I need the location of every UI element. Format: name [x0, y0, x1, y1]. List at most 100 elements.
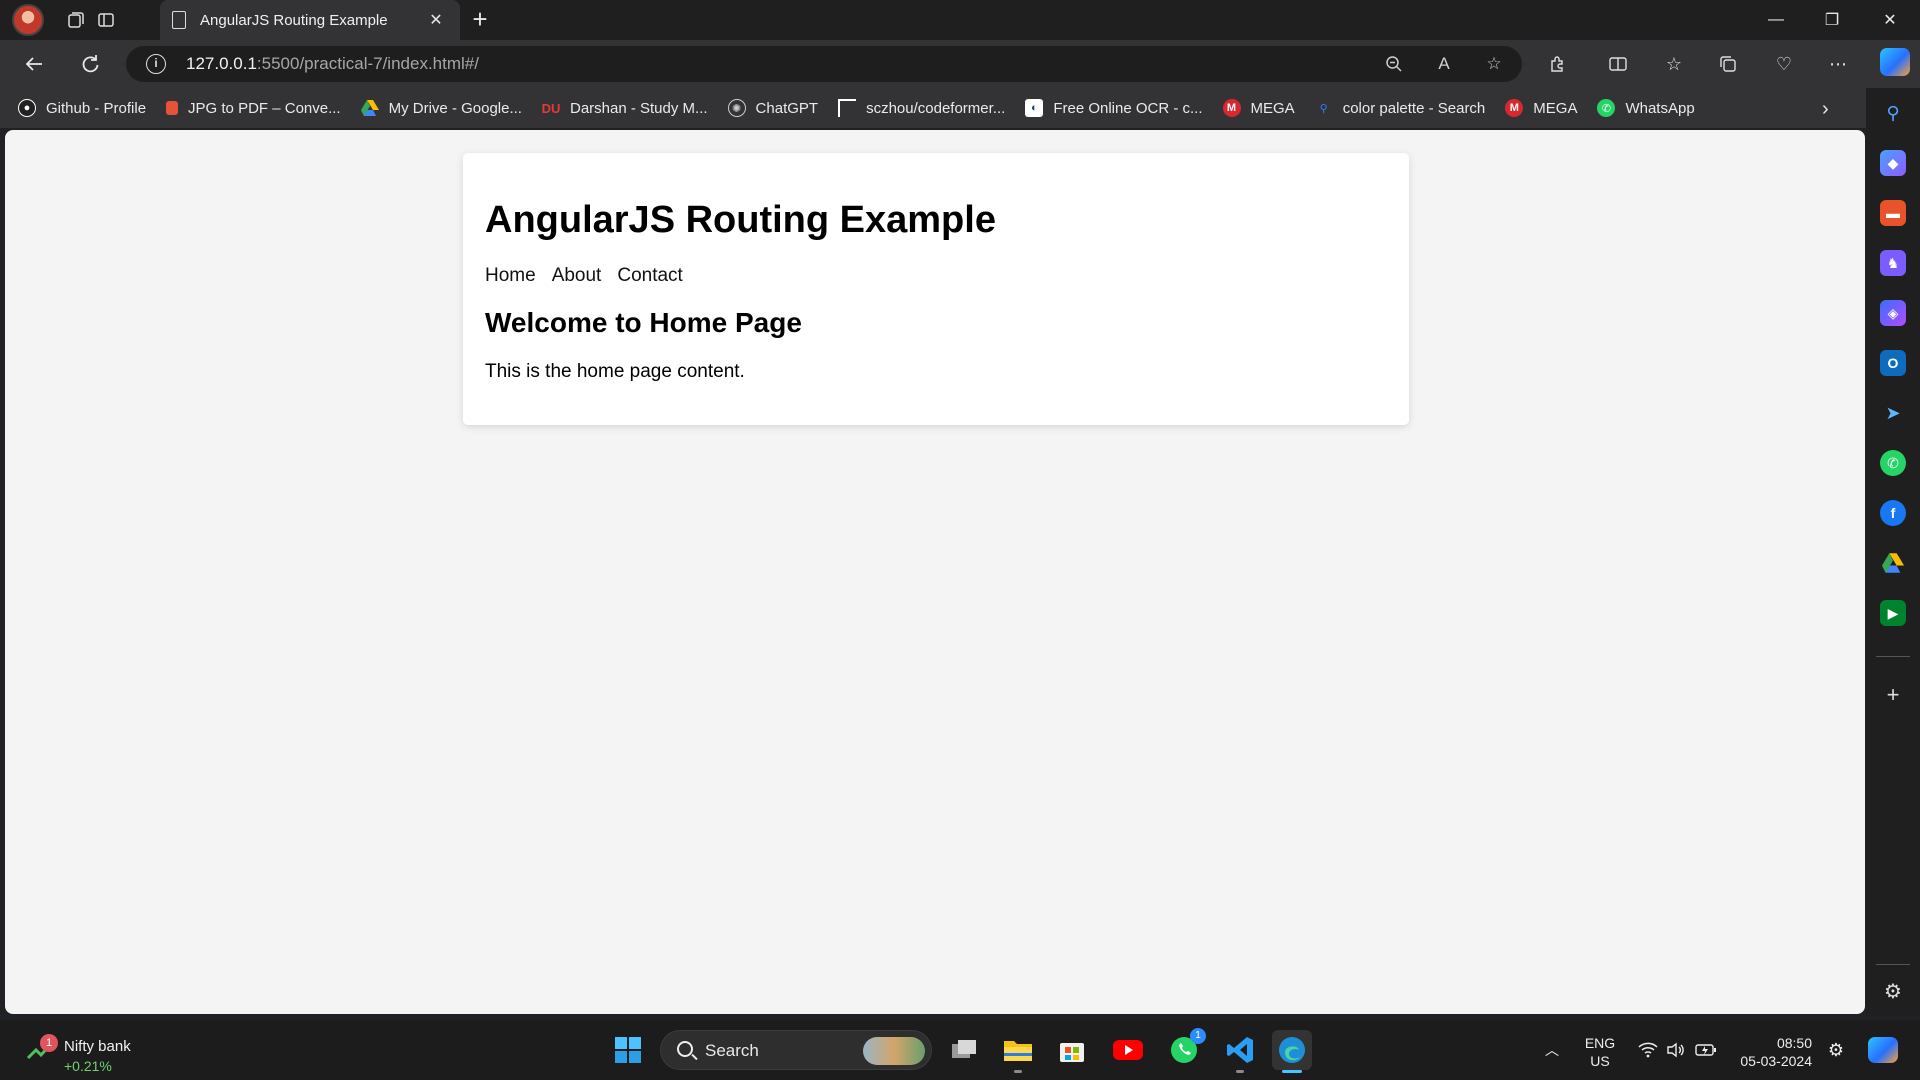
favorite-star-icon[interactable]: ☆ [1482, 52, 1506, 76]
settings-more-icon[interactable]: ⋯ [1824, 50, 1852, 78]
language-indicator[interactable]: ENG US [1568, 1034, 1632, 1070]
refresh-button[interactable] [74, 48, 106, 80]
whatsapp-icon[interactable]: ✆ [1880, 450, 1906, 476]
google-drive-icon [360, 99, 379, 117]
tab-title: AngularJS Routing Example [200, 11, 388, 29]
codeformer-icon [838, 99, 857, 117]
windows-start-icon[interactable] [608, 1030, 648, 1070]
workspaces-icon[interactable] [62, 6, 90, 34]
google-drive-icon[interactable] [1880, 550, 1906, 576]
chevron-up-icon[interactable]: ︿ [1540, 1020, 1564, 1080]
add-icon[interactable]: + [1880, 682, 1906, 708]
vertical-tabs-icon[interactable] [92, 6, 120, 34]
taskbar: 1 Nifty bank +0.21% Search 1 ︿ ENG US 08… [0, 1020, 1920, 1080]
chatgpt-icon: ✺ [727, 99, 746, 117]
bookmark-label: Free Online OCR - c... [1053, 99, 1203, 117]
tab-active[interactable]: AngularJS Routing Example ✕ [160, 0, 460, 40]
edge-browser-icon[interactable] [1272, 1030, 1312, 1070]
tools-icon[interactable]: ▬ [1880, 200, 1906, 226]
url-text[interactable]: 127.0.0.1:5500/practical-7/index.html#/ [186, 54, 479, 74]
url-host: 127.0.0.1 [186, 54, 257, 73]
ocr-icon: ◐ [1025, 99, 1044, 117]
page-title: AngularJS Routing Example [485, 199, 996, 241]
favorites-icon[interactable]: ☆ [1660, 50, 1688, 78]
bookmark-item[interactable]: My Drive - Google... [360, 99, 522, 117]
bookmark-item[interactable]: ✆ WhatsApp [1597, 99, 1695, 117]
google-meet-icon[interactable]: ▶ [1880, 600, 1906, 626]
search-icon [677, 1041, 693, 1057]
outlook-icon[interactable]: O [1880, 350, 1906, 376]
bookmark-item[interactable]: DU Darshan - Study M... [542, 99, 708, 117]
tab-bar: AngularJS Routing Example ✕ + — ❐ ✕ [0, 0, 1920, 40]
facebook-icon[interactable]: f [1880, 500, 1906, 526]
battery-icon[interactable] [1694, 1020, 1718, 1080]
extensions-icon[interactable] [1544, 50, 1572, 78]
bookmark-item[interactable]: ✺ ChatGPT [727, 99, 819, 117]
active-indicator [1282, 1070, 1302, 1073]
notification-settings-icon[interactable]: ⚙ [1824, 1020, 1848, 1080]
shopping-tag-icon[interactable]: ◆ [1880, 150, 1906, 176]
sidebar-divider [1876, 656, 1910, 657]
bookmark-item[interactable]: JPG to PDF – Conve... [166, 100, 341, 117]
whatsapp-icon: ✆ [1597, 99, 1616, 117]
notification-badge: 1 [40, 1034, 58, 1052]
bookmark-item[interactable]: M MEGA [1505, 99, 1577, 117]
taskbar-search[interactable]: Search [660, 1030, 932, 1070]
new-tab-button[interactable]: + [466, 6, 494, 34]
profile-avatar[interactable] [12, 4, 44, 36]
widget-name: Nifty bank [64, 1038, 131, 1055]
bookmark-item[interactable]: M MEGA [1222, 99, 1295, 117]
restore-button[interactable]: ❐ [1804, 0, 1860, 40]
copilot-icon[interactable] [1880, 48, 1910, 76]
task-view-icon[interactable] [944, 1030, 984, 1070]
site-info-icon[interactable]: i [146, 54, 166, 74]
nav-link-about[interactable]: About [552, 265, 602, 287]
file-explorer-icon[interactable] [998, 1030, 1038, 1070]
search-highlight-image [863, 1037, 925, 1065]
telegram-icon[interactable]: ➤ [1880, 400, 1906, 426]
keyboard-layout: US [1590, 1053, 1610, 1069]
youtube-icon[interactable] [1108, 1030, 1148, 1070]
close-window-button[interactable]: ✕ [1862, 0, 1918, 40]
vscode-icon[interactable] [1220, 1030, 1260, 1070]
content-card: AngularJS Routing Example Home About Con… [463, 153, 1409, 425]
copilot-taskbar-icon[interactable] [1866, 1020, 1900, 1080]
bookmark-label: Github - Profile [46, 99, 147, 117]
language-code: ENG [1584, 1035, 1616, 1051]
main-nav: Home About Contact [485, 265, 699, 287]
whatsapp-badge: 1 [1190, 1028, 1206, 1044]
browser-toolbar: i 127.0.0.1:5500/practical-7/index.html#… [0, 40, 1920, 88]
gear-icon[interactable]: ⚙ [1880, 978, 1906, 1004]
nav-link-contact[interactable]: Contact [617, 265, 682, 287]
bookmark-item[interactable]: ● Github - Profile [18, 99, 146, 117]
volume-icon[interactable] [1664, 1020, 1688, 1080]
stock-widget[interactable]: 1 Nifty bank +0.21% [24, 1028, 184, 1074]
close-tab-icon[interactable]: ✕ [424, 8, 448, 32]
microsoft-store-icon[interactable] [1052, 1030, 1092, 1070]
nav-link-home[interactable]: Home [485, 265, 536, 287]
wifi-icon[interactable] [1636, 1020, 1660, 1080]
chevron-right-icon[interactable]: › [1822, 98, 1829, 121]
browser-essentials-icon[interactable]: ♡ [1770, 50, 1798, 78]
zoom-icon[interactable] [1382, 52, 1406, 76]
read-aloud-icon[interactable]: A [1432, 52, 1456, 76]
copilot-app-icon[interactable]: ◈ [1880, 300, 1906, 326]
games-icon[interactable]: ♞ [1880, 250, 1906, 276]
bookmark-label: ChatGPT [755, 99, 819, 117]
bookmark-item[interactable]: sczhou/codeformer... [838, 99, 1005, 117]
clock-date: 05-03-2024 [1740, 1053, 1812, 1069]
collections-icon[interactable] [1714, 50, 1742, 78]
minimize-button[interactable]: — [1748, 0, 1804, 40]
bookmark-label: WhatsApp [1625, 99, 1695, 117]
url-path: :5500/practical-7/index.html#/ [256, 54, 479, 73]
whatsapp-icon[interactable]: 1 [1164, 1028, 1206, 1070]
bookmark-item[interactable]: ◐ Free Online OCR - c... [1025, 99, 1203, 117]
address-bar[interactable]: i 127.0.0.1:5500/practical-7/index.html#… [126, 46, 1522, 82]
view-content: This is the home page content. [485, 361, 745, 382]
search-icon[interactable]: ⚲ [1880, 100, 1906, 126]
back-button[interactable] [18, 48, 50, 80]
split-screen-icon[interactable] [1604, 50, 1632, 78]
system-clock[interactable]: 08:50 05-03-2024 [1722, 1034, 1812, 1070]
bookmark-item[interactable]: ⚲ color palette - Search [1315, 99, 1486, 117]
edge-sidebar: ⚲ ◆ ▬ ♞ ◈ O ➤ ✆ f ▶ + ⚙ [1866, 88, 1920, 1016]
